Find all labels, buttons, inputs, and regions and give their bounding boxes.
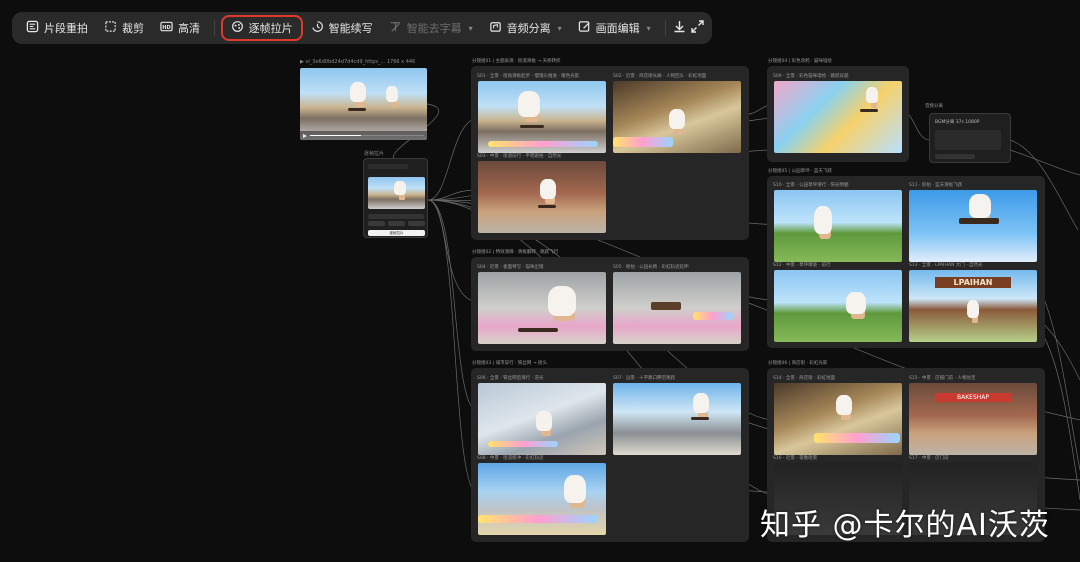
play-icon[interactable] [303, 133, 307, 138]
picture-edit-label: 画面编辑 [595, 22, 640, 35]
gate-sign: LPAIHAN [935, 277, 1011, 288]
audio-split-icon [489, 20, 502, 36]
watermark: 知乎 @卡尔的AI沃茨 [760, 508, 1050, 543]
source-video-thumbnail[interactable] [300, 68, 427, 140]
group-title: 分镜组02 | 特效演绎 · 滑板翻转 · 跳跃飞行 [472, 250, 559, 255]
hd-icon: HD [160, 20, 173, 36]
audio-node-label: 音频分离 [925, 104, 943, 109]
download-button[interactable] [671, 15, 688, 41]
shot-caption: S06 · 全景 · 铁丝网后滑行 · 逆光 [477, 376, 544, 381]
storyboard-group-05[interactable]: S10 · 全景 · 公园草坪滑行 · 阳光明媚 S11 · 仰拍 · 蓝天滑板… [767, 176, 1045, 348]
shot-frame[interactable] [613, 383, 741, 455]
shot-caption: S07 · 远景 · 十字路口腾空跳跃 [613, 376, 676, 381]
smart-continue-label: 智能续写 [328, 22, 373, 35]
toolbar-divider [664, 20, 666, 36]
audio-chip: BGM分离 37s 1080P [935, 120, 980, 125]
shot-caption: S10 · 全景 · 公园草坪滑行 · 阳光明媚 [773, 183, 849, 188]
group-title: 分镜组06 | 商店街 · 彩虹光影 [768, 361, 828, 366]
shot-frame[interactable]: LPAIHAN [909, 270, 1037, 342]
shop-sign: BAKESHAP [935, 393, 1011, 402]
frame-node-run-button[interactable]: 逐帧拉片 [368, 230, 425, 236]
shot-caption: S14 · 全景 · 商店街 · 彩虹地面 [773, 376, 835, 381]
shot-frame[interactable] [478, 272, 606, 344]
shot-caption: S09 · 全景 · 彩色猫咪墙绘 · 跳跃穿越 [773, 74, 849, 79]
shot-frame[interactable] [613, 272, 741, 344]
toolbar-divider [214, 20, 215, 36]
remove-subtitle-button[interactable]: 智能去字幕 ▾ [381, 15, 481, 41]
shot-caption: S12 · 中景 · 草坪蹲姿 · 前行 [773, 263, 831, 268]
remove-subtitle-label: 智能去字幕 [406, 22, 462, 35]
shot-caption: S11 · 仰拍 · 蓝天滑板飞跃 [909, 183, 963, 188]
shot-caption: S15 · 中景 · 店铺门前 · 人物驻足 [909, 376, 976, 381]
frame-by-frame-label: 逐帧拉片 [248, 22, 293, 35]
shot-caption: S01 · 全景 · 街角滑板起步 · 慢镜头推进 · 暖色光影 [477, 74, 580, 79]
hd-label: 高清 [178, 22, 200, 35]
shot-caption: S16 · 近景 · 夜晚街景 [773, 456, 818, 461]
crop-icon [104, 20, 117, 36]
shot-frame[interactable] [478, 161, 606, 233]
shot-caption: S13 · 全景 · LPAIHAN 大门 · 自然光 [909, 263, 983, 268]
chevron-down-icon: ▾ [468, 23, 473, 33]
smart-continue-icon [311, 20, 324, 36]
frame-by-frame-button[interactable]: 逐帧拉片 [220, 15, 303, 41]
frame-node-thumbnail [368, 177, 425, 209]
group-title: 分镜组05 | 公园草坪 · 蓝天飞跃 [768, 169, 832, 174]
storyboard-group-03[interactable]: S06 · 全景 · 铁丝网后滑行 · 逆光 S07 · 远景 · 十字路口腾空… [471, 368, 749, 542]
clip-reshoot-button[interactable]: 片段重拍 [18, 15, 96, 41]
fullscreen-icon [690, 19, 705, 38]
group-title: 分镜组04 | 彩色涂鸦 · 猫咪墙绘 [768, 59, 832, 64]
shot-caption: S05 · 俯拍 · 公园长椅 · 彩虹轨迹延伸 [613, 265, 689, 270]
storyboard-group-02[interactable]: S04 · 近景 · 板面特写 · 猫咪出镜 S05 · 俯拍 · 公园长椅 ·… [471, 257, 749, 351]
shot-frame[interactable] [613, 81, 741, 153]
crop-button[interactable]: 裁剪 [96, 15, 152, 41]
shot-frame[interactable] [909, 190, 1037, 262]
fullscreen-button[interactable] [689, 15, 706, 41]
chevron-down-icon: ▾ [646, 23, 651, 33]
video-progress-track[interactable] [310, 134, 424, 137]
hd-button[interactable]: HD 高清 [152, 15, 208, 41]
clip-reshoot-icon [26, 20, 39, 36]
download-icon [672, 19, 687, 38]
picture-edit-icon [578, 20, 591, 36]
shot-frame[interactable]: BAKESHAP [909, 383, 1037, 455]
svg-text:HD: HD [162, 25, 171, 31]
crop-label: 裁剪 [122, 22, 144, 35]
shot-frame[interactable] [478, 81, 606, 153]
shot-caption: S04 · 近景 · 板面特写 · 猫咪出镜 [477, 265, 544, 270]
group-title: 分镜组03 | 城市穿行 · 铁丝网 → 街头 [472, 361, 548, 366]
source-video-label: ▶ vi_3e6d0bd24d7d4cd9_https_... 1766 x 4… [300, 59, 416, 65]
shot-frame[interactable] [774, 190, 902, 262]
storyboard-group-01[interactable]: S01 · 全景 · 街角滑板起步 · 慢镜头推进 · 暖色光影 S02 · 近… [471, 66, 749, 240]
audio-split-label: 音频分离 [506, 22, 551, 35]
picture-edit-button[interactable]: 画面编辑 ▾ [570, 15, 659, 41]
shot-frame[interactable] [478, 383, 606, 455]
clip-reshoot-label: 片段重拍 [44, 22, 88, 35]
remove-subtitle-icon [389, 20, 402, 36]
shot-frame[interactable] [774, 383, 902, 455]
shot-frame[interactable] [774, 270, 902, 342]
frame-by-frame-icon [231, 20, 244, 36]
storyboard-group-04[interactable]: S09 · 全景 · 彩色猫咪墙绘 · 跳跃穿越 [767, 66, 909, 162]
video-playback-bar[interactable] [300, 131, 427, 140]
top-toolbar: 片段重拍 裁剪 HD 高清 逐帧拉片 智能续写 智能去字幕 ▾ 音频分离 ▾ 画… [12, 12, 712, 44]
shot-caption: S02 · 近景 · 商店街长廊 · 人物回头 · 彩虹地面 [613, 74, 707, 79]
frame-by-frame-node[interactable]: 逐帧拉片 [363, 158, 428, 238]
frame-node-label: 逐帧拉片 [364, 151, 385, 157]
smart-continue-button[interactable]: 智能续写 [303, 15, 381, 41]
audio-split-node[interactable]: BGM分离 37s 1080P [929, 113, 1011, 163]
shot-caption: S03 · 中景 · 街道前行 · 平稳跟拍 · 自然光 [477, 154, 562, 159]
shot-frame[interactable] [478, 463, 606, 535]
chevron-down-icon: ▾ [557, 23, 562, 33]
shot-caption: S08 · 中景 · 街道俯冲 · 彩虹轨迹 [477, 456, 544, 461]
audio-split-button[interactable]: 音频分离 ▾ [481, 15, 570, 41]
group-title: 分镜组01 | 主题表演 · 街道滑板 → 天桥转折 [472, 59, 561, 64]
shot-frame[interactable] [774, 81, 902, 153]
shot-caption: S17 · 中景 · 店门前 [909, 456, 949, 461]
